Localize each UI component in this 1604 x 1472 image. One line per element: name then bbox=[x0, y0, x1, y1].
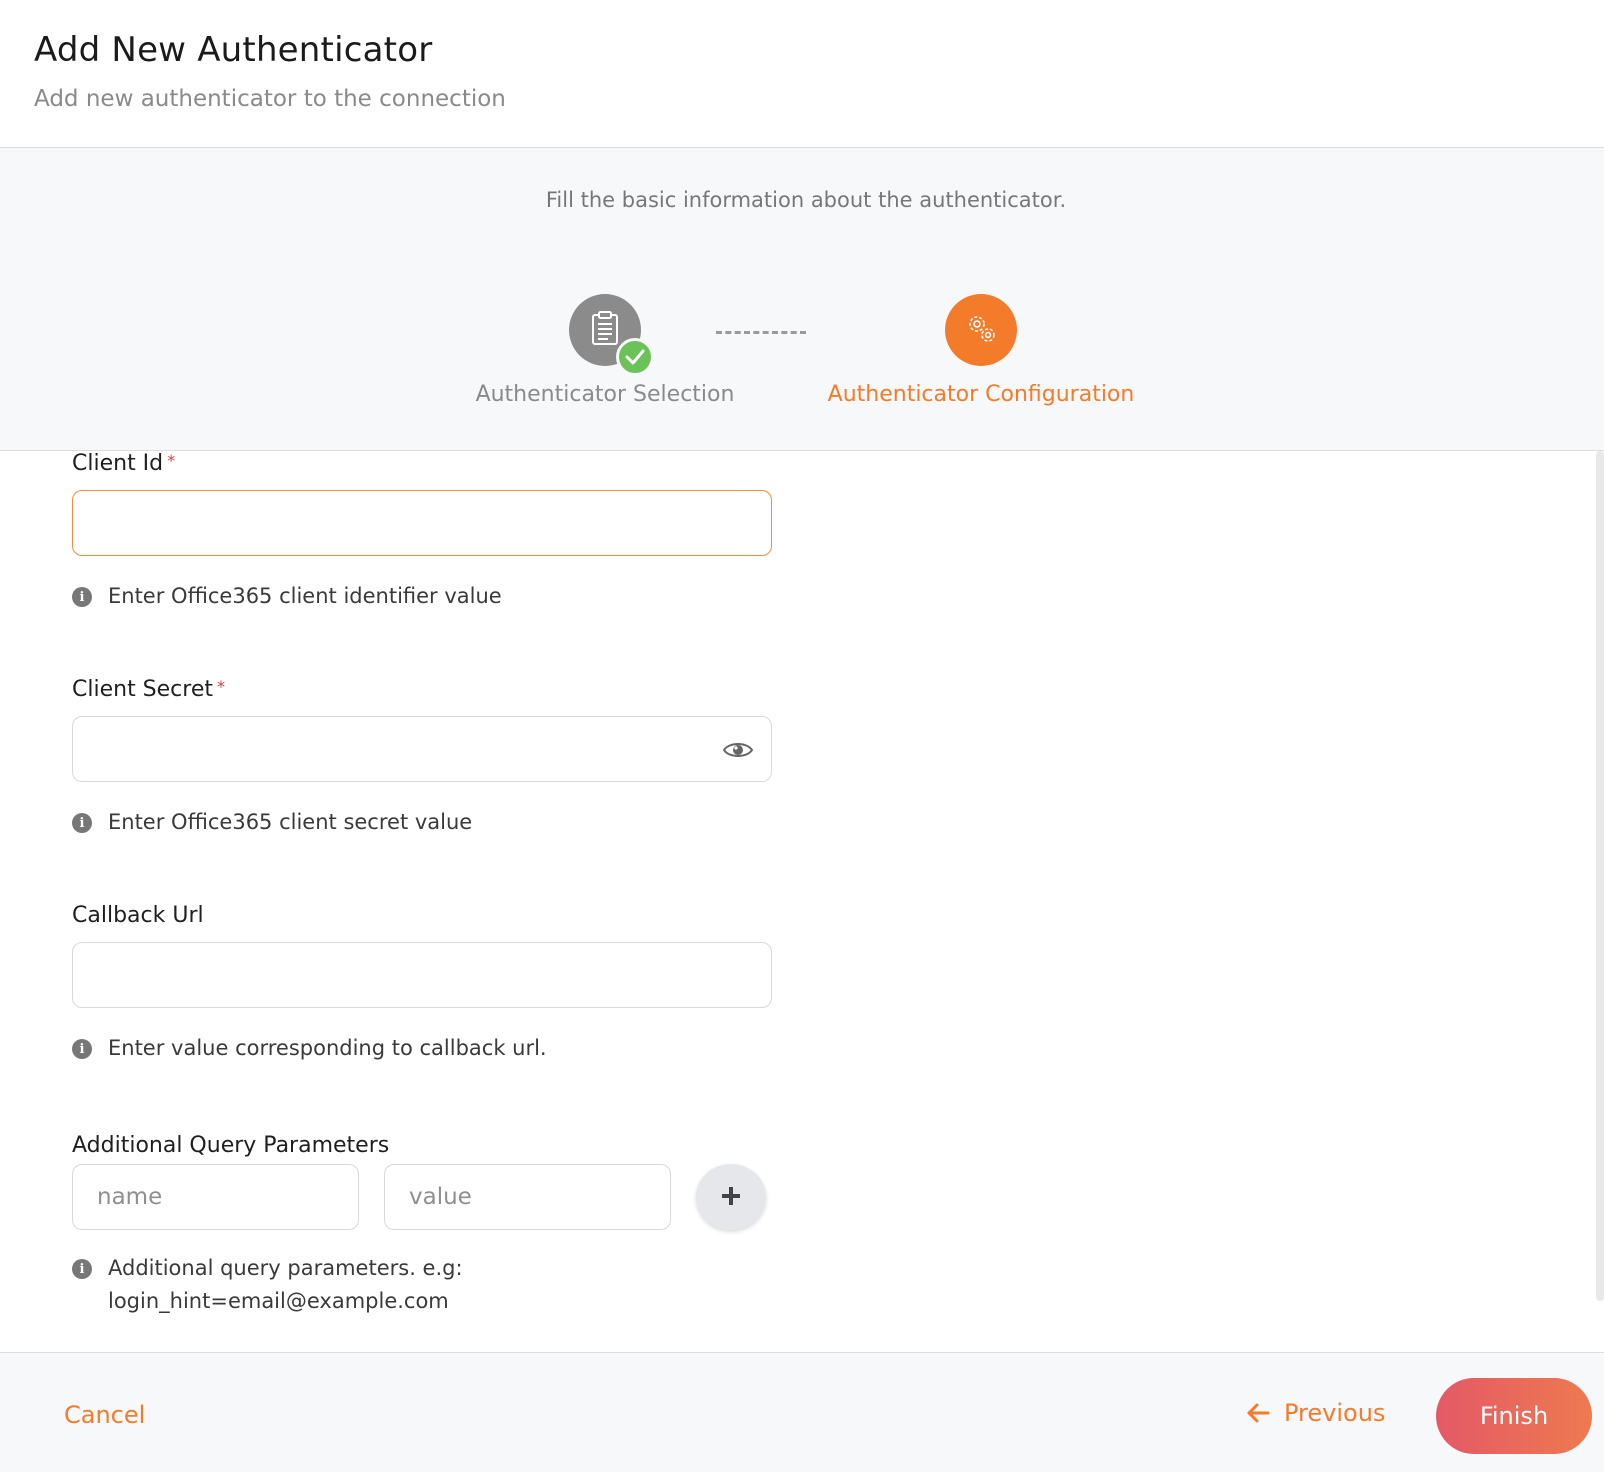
info-icon: i bbox=[72, 1259, 92, 1279]
gears-icon bbox=[964, 311, 998, 349]
client-secret-help-text: Enter Office365 client secret value bbox=[108, 810, 473, 834]
client-secret-field: Client Secret * i Enter Office365 client … bbox=[72, 677, 772, 839]
param-value-input[interactable] bbox=[385, 1165, 670, 1229]
step-2-label: Authenticator Configuration bbox=[827, 382, 1135, 407]
form-content: Client Id * i Enter Office365 client iden… bbox=[0, 451, 1604, 1351]
modal-header: Add New Authenticator Add new authentica… bbox=[0, 0, 1604, 148]
cancel-button[interactable]: Cancel bbox=[64, 1401, 145, 1429]
check-icon bbox=[616, 338, 654, 376]
client-id-input-box bbox=[72, 490, 772, 556]
client-id-field: Client Id * i Enter Office365 client iden… bbox=[72, 451, 772, 613]
client-secret-input[interactable] bbox=[73, 717, 771, 781]
previous-button[interactable]: Previous bbox=[1246, 1399, 1385, 1427]
info-icon: i bbox=[72, 813, 92, 833]
step-authenticator-configuration: Authenticator Configuration bbox=[826, 294, 1136, 407]
callback-url-input-box bbox=[72, 942, 772, 1008]
query-params-help: i Additional query parameters. e.g: logi… bbox=[72, 1256, 772, 1318]
callback-url-field: Callback Url i Enter value corresponding… bbox=[72, 903, 772, 1065]
plus-icon bbox=[720, 1185, 742, 1210]
query-params-label: Additional Query Parameters bbox=[72, 1133, 390, 1158]
required-mark: * bbox=[217, 677, 226, 696]
query-params-help-text: Additional query parameters. e.g: login_… bbox=[108, 1252, 463, 1318]
step-1-circle bbox=[569, 294, 654, 376]
page-subtitle: Add new authenticator to the connection bbox=[34, 86, 506, 112]
param-value-box bbox=[384, 1164, 671, 1230]
query-params-help-line1: Additional query parameters. e.g: bbox=[108, 1256, 463, 1280]
param-name-box bbox=[72, 1164, 359, 1230]
step-1-label: Authenticator Selection bbox=[475, 382, 735, 407]
callback-url-input[interactable] bbox=[73, 943, 771, 1007]
query-params-help-line2: login_hint=email@example.com bbox=[108, 1289, 449, 1313]
required-mark: * bbox=[167, 451, 176, 470]
step-connector bbox=[716, 331, 806, 334]
clipboard-icon bbox=[590, 310, 620, 350]
wizard-hint: Fill the basic information about the aut… bbox=[545, 188, 1067, 212]
param-name-input[interactable] bbox=[73, 1165, 358, 1229]
arrow-left-icon bbox=[1246, 1402, 1270, 1424]
client-secret-input-box bbox=[72, 716, 772, 782]
step-2-circle bbox=[945, 294, 1017, 366]
query-params-row bbox=[72, 1164, 772, 1230]
client-id-help: i Enter Office365 client identifier valu… bbox=[72, 584, 772, 613]
callback-url-help-text: Enter value corresponding to callback ur… bbox=[108, 1036, 547, 1060]
client-id-help-text: Enter Office365 client identifier value bbox=[108, 584, 502, 608]
callback-url-help: i Enter value corresponding to callback … bbox=[72, 1036, 772, 1065]
scrollbar[interactable] bbox=[1596, 451, 1604, 1301]
add-param-button[interactable] bbox=[696, 1164, 766, 1230]
page-title: Add New Authenticator bbox=[34, 30, 433, 70]
client-secret-label: Client Secret bbox=[72, 677, 214, 702]
client-id-input[interactable] bbox=[73, 491, 771, 555]
modal-footer: Cancel Previous Finish bbox=[0, 1352, 1604, 1472]
step-authenticator-selection: Authenticator Selection bbox=[470, 294, 740, 407]
eye-icon[interactable] bbox=[723, 736, 753, 764]
callback-url-label: Callback Url bbox=[72, 903, 204, 928]
client-id-label: Client Id bbox=[72, 451, 164, 476]
previous-label: Previous bbox=[1284, 1399, 1386, 1427]
info-icon: i bbox=[72, 1039, 92, 1059]
info-icon: i bbox=[72, 587, 92, 607]
client-secret-help: i Enter Office365 client secret value bbox=[72, 810, 772, 839]
wizard-steps: Fill the basic information about the aut… bbox=[0, 148, 1604, 451]
finish-button[interactable]: Finish bbox=[1436, 1378, 1592, 1454]
query-params-field: Additional Query Parameters i Addition bbox=[72, 1133, 772, 1318]
